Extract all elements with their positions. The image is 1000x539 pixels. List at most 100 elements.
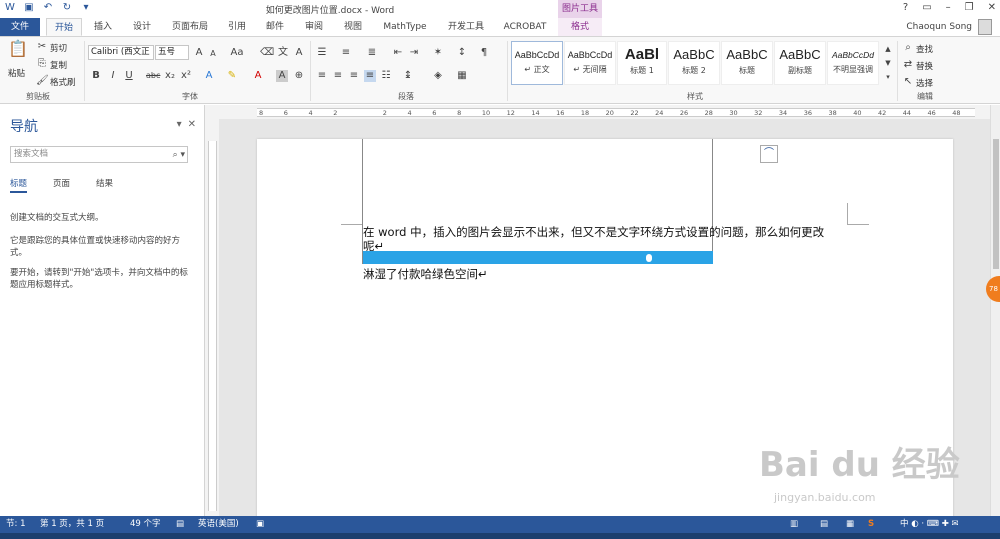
nav-options-icon[interactable]: ▾ [177,119,182,130]
style-heading-1[interactable]: AaBl 标题 1 [617,41,667,85]
grow-font-icon[interactable]: A [193,47,205,59]
macro-record-icon[interactable]: ▣ [256,516,264,533]
char-border-icon[interactable]: A [293,47,305,59]
bold-icon[interactable]: B [90,70,102,82]
nav-tab-headings[interactable]: 标题 [10,177,28,193]
nav-search-input[interactable]: 搜索文档 ⌕ ▾ [10,146,188,163]
superscript-icon[interactable]: x² [180,70,192,82]
horizontal-ruler[interactable]: 8 6 4 2 2 4 6 8 10 12 14 16 18 20 22 24 26 28 30 32 34 36 38 40… [205,105,990,119]
chinese-layout-icon[interactable]: ✶ [432,47,444,59]
select-icon[interactable]: ↖ [902,76,914,88]
align-right-icon[interactable]: ≡ [348,70,360,82]
decrease-indent-icon[interactable]: ⇤ [392,47,404,59]
tab-file[interactable]: 文件 [0,18,40,36]
avatar[interactable] [978,19,992,35]
highlight-icon[interactable]: ✎ [226,70,238,82]
increase-indent-icon[interactable]: ⇥ [408,47,420,59]
nav-tab-pages[interactable]: 页面 [53,177,70,193]
ime-mode-icon[interactable]: 中 ◐ · ⌨ ✚ ✉ [900,516,959,533]
tab-developer[interactable]: 开发工具 [440,18,492,36]
doc-paragraph-line-3[interactable]: 淋湿了付款哈绿色空间↵ [363,266,488,282]
bullets-icon[interactable]: ☰ [316,47,328,59]
vertical-scrollbar[interactable] [990,105,1000,516]
tab-insert[interactable]: 插入 [86,18,120,36]
help-button[interactable]: ? [903,2,908,13]
document-area[interactable]: ⌒ 在 word 中，插入的图片会显示不出来，但又不是文字环绕方式设置的问题，那… [219,119,990,519]
multilevel-list-icon[interactable]: ≣ [366,47,378,59]
styles-more-icon[interactable]: ▾ [882,71,894,83]
tab-view[interactable]: 视图 [336,18,370,36]
copy-icon[interactable]: ⎘ [36,58,48,70]
status-section[interactable]: 节: 1 [6,516,25,533]
paste-button[interactable]: 粘贴 [8,67,25,79]
font-color-icon[interactable]: A [252,70,264,82]
style-normal[interactable]: AaBbCcDd ↵ 正文 [511,41,563,85]
align-center-icon[interactable]: ≡ [332,70,344,82]
tab-references[interactable]: 引用 [220,18,254,36]
style-subtle-emphasis[interactable]: AaBbCcDd 不明显强调 [827,41,879,85]
tab-format[interactable]: 格式 [558,18,602,36]
nav-tab-results[interactable]: 结果 [96,177,113,193]
tab-home[interactable]: 开始 [46,18,82,36]
tab-mathtype[interactable]: MathType [374,18,436,36]
clear-format-icon[interactable]: ⌫ [260,47,274,59]
cut-icon[interactable]: ✂ [36,41,48,53]
close-button[interactable]: ✕ [988,2,996,13]
font-size-dropdown[interactable]: 五号 [155,45,189,60]
borders-icon[interactable]: ▦ [456,70,468,82]
nav-close-icon[interactable]: ✕ [188,119,196,130]
italic-icon[interactable]: I [107,70,119,82]
tab-design[interactable]: 设计 [124,18,160,36]
find-icon[interactable]: ⌕ [902,42,914,54]
minimize-button[interactable]: – [946,2,951,13]
subscript-icon[interactable]: x₂ [164,70,176,82]
cut-button[interactable]: 剪切 [50,42,67,54]
numbering-icon[interactable]: ≡ [340,47,352,59]
show-marks-icon[interactable]: ¶ [478,47,490,59]
tab-mailings[interactable]: 邮件 [258,18,292,36]
shrink-font-icon[interactable]: A [207,48,219,60]
search-icon[interactable]: ⌕ ▾ [173,148,185,163]
status-page[interactable]: 第 1 页，共 1 页 [40,516,104,533]
style-no-spacing[interactable]: AaBbCcDd ↵ 无间隔 [564,41,616,85]
distributed-icon[interactable]: ☷ [380,70,392,82]
doc-paragraph-line-1[interactable]: 在 word 中，插入的图片会显示不出来，但又不是文字环绕方式设置的问题，那么如… [363,224,824,240]
text-effects-icon[interactable]: A [203,70,215,82]
font-name-dropdown[interactable]: Calibri (西文正 [88,45,154,60]
user-name[interactable]: Chaoqun Song [906,22,972,32]
paste-icon[interactable]: 📋 [8,41,28,63]
strikethrough-icon[interactable]: abc [146,70,160,82]
web-layout-icon[interactable]: ▦ [846,516,854,533]
tab-review[interactable]: 审阅 [296,18,332,36]
read-mode-icon[interactable]: ▥ [790,516,798,533]
phonetic-guide-icon[interactable]: 文 [277,47,289,59]
copy-button[interactable]: 复制 [50,59,67,71]
styles-scroll-down-icon[interactable]: ▼ [882,57,894,69]
ribbon-display-button[interactable]: ▭ [922,2,931,13]
proofing-icon[interactable]: ▤ [176,516,184,533]
change-case-icon[interactable]: Aa [228,47,246,59]
style-title[interactable]: AaBbC 标题 [721,41,773,85]
style-subtitle[interactable]: AaBbC 副标题 [774,41,826,85]
style-heading-2[interactable]: AaBbC 标题 2 [668,41,720,85]
styles-scroll-up-icon[interactable]: ▲ [882,43,894,55]
layout-options-button[interactable]: ⌒ [760,145,778,163]
replace-icon[interactable]: ⇄ [902,59,914,71]
doc-paragraph-line-2[interactable]: 呢↵ [363,238,384,254]
scrollbar-thumb[interactable] [993,139,999,269]
format-painter-button[interactable]: 格式刷 [50,76,76,88]
user-account[interactable]: Chaoqun Song [906,19,992,35]
restore-button[interactable]: ❐ [965,2,974,13]
underline-icon[interactable]: U [123,70,135,82]
select-button[interactable]: 选择 [916,77,933,89]
status-word-count[interactable]: 49 个字 [130,516,161,533]
tab-acrobat[interactable]: ACROBAT [496,18,554,36]
justify-icon[interactable]: ≡ [364,70,376,82]
inline-picture[interactable] [362,139,713,264]
char-shading-icon[interactable]: A [276,70,288,82]
sogou-ime-icon[interactable]: S [868,516,874,533]
tab-page-layout[interactable]: 页面布局 [164,18,216,36]
format-painter-icon[interactable]: 🖌 [36,75,49,87]
shading-icon[interactable]: ◈ [432,70,444,82]
sort-icon[interactable]: ↕ [456,47,468,59]
